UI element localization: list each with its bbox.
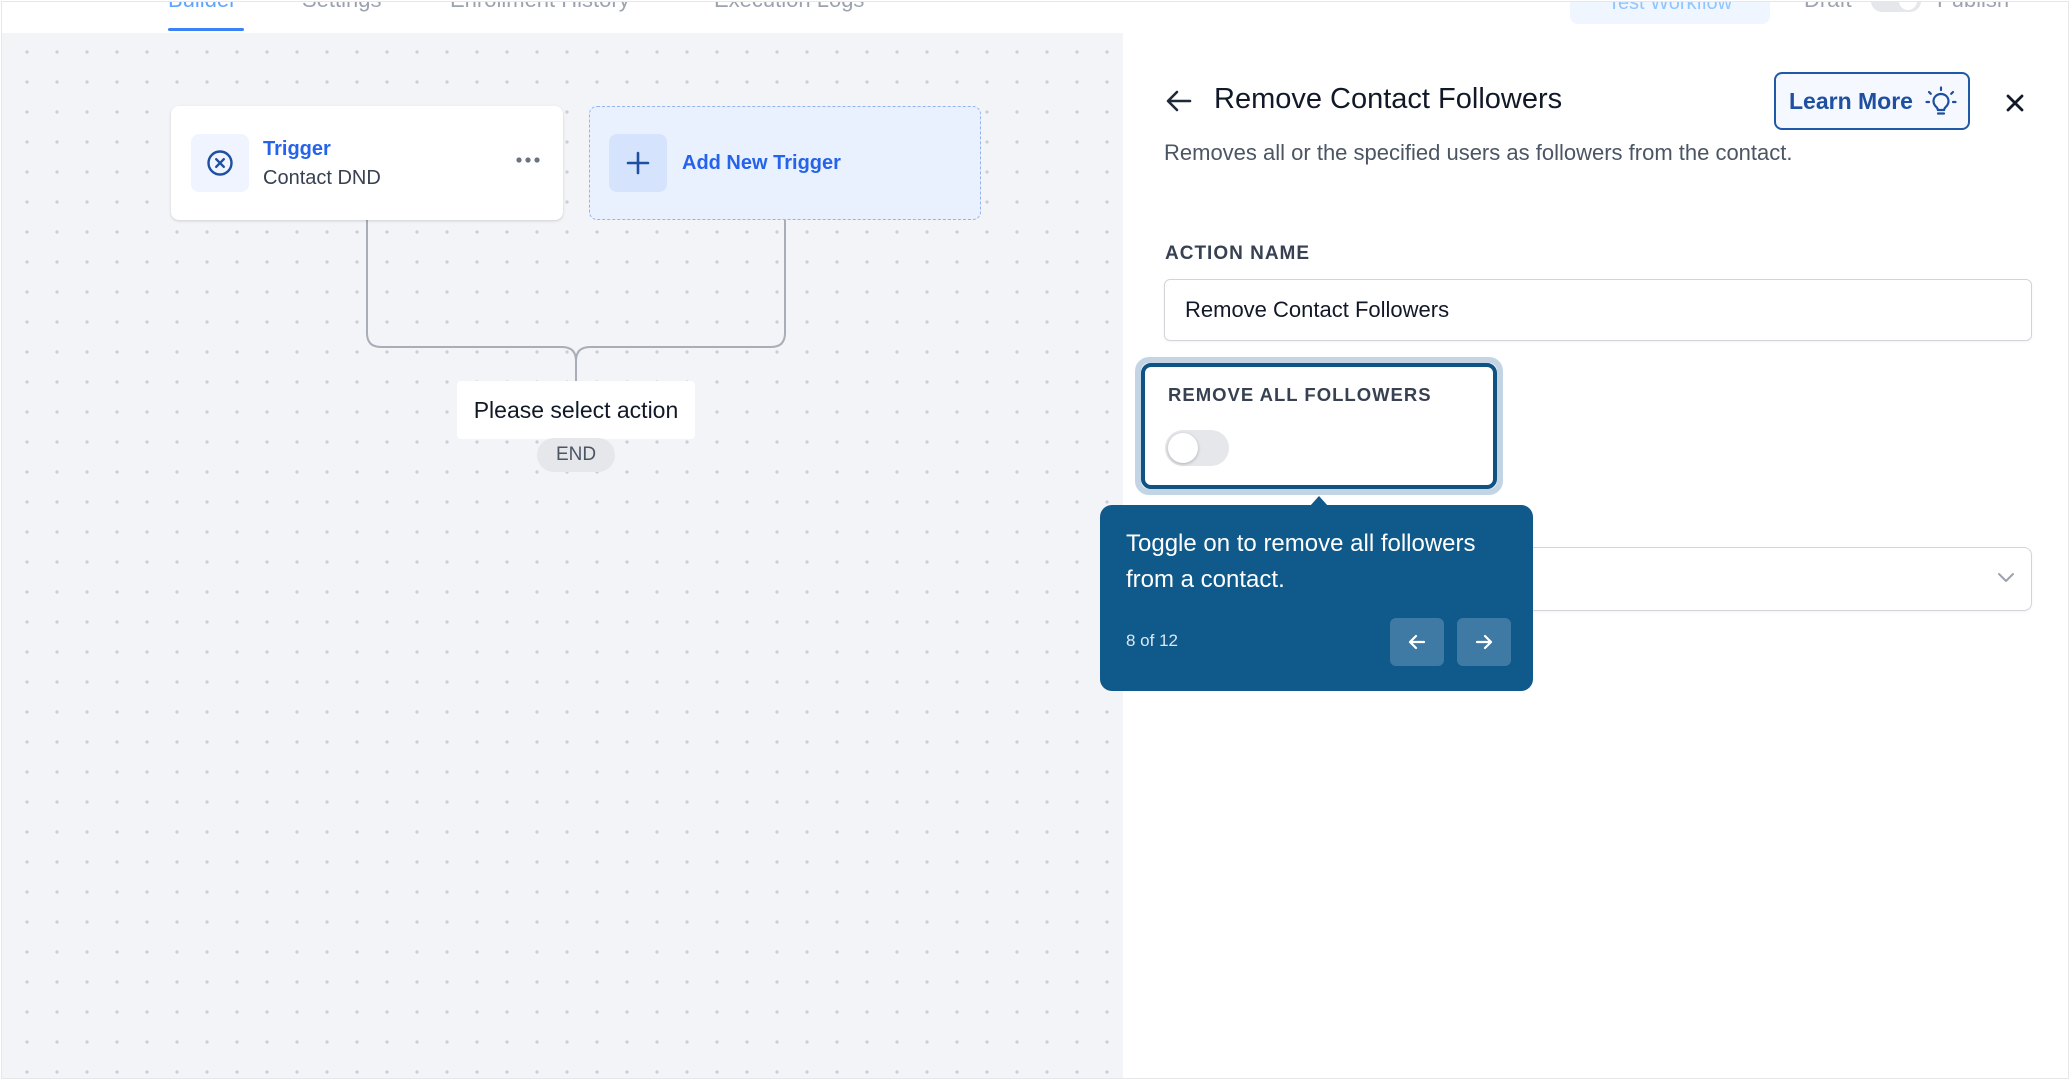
trigger-icon-box (191, 134, 249, 192)
trigger-subtitle: Contact DND (263, 167, 381, 189)
close-icon (2006, 94, 2024, 112)
learn-more-label: Learn More (1789, 87, 1913, 114)
tab-builder[interactable]: Builder (168, 2, 236, 13)
tab-execution-logs[interactable]: Execution Logs (714, 2, 864, 13)
add-new-trigger-card[interactable]: Add New Trigger (589, 106, 981, 220)
end-node: END (537, 438, 615, 472)
publish-toggle[interactable] (1871, 2, 1921, 12)
arrow-left-icon (1408, 634, 1426, 650)
draft-label: Draft (1804, 2, 1852, 13)
remove-all-followers-label: REMOVE ALL FOLLOWERS (1168, 384, 1432, 405)
remove-all-followers-toggle[interactable] (1165, 430, 1229, 466)
tour-tooltip: Toggle on to remove all followers from a… (1100, 505, 1533, 691)
arrow-left-icon (1166, 90, 1192, 112)
action-name-input[interactable] (1164, 279, 2032, 341)
more-horizontal-icon[interactable] (511, 148, 545, 172)
tour-progress: 8 of 12 (1126, 631, 1178, 650)
trigger-card[interactable]: Trigger Contact DND (171, 106, 563, 220)
users-select[interactable] (1523, 547, 2032, 611)
action-name-label: ACTION NAME (1165, 243, 1311, 264)
arrow-right-icon (1475, 634, 1493, 650)
toggle-knob (1168, 433, 1198, 463)
tab-settings[interactable]: Settings (302, 2, 382, 13)
close-circle-icon (207, 150, 233, 176)
lightbulb-icon (1925, 86, 1957, 115)
tour-tooltip-text: Toggle on to remove all followers from a… (1126, 530, 1476, 593)
publish-label: Publish (1937, 2, 2009, 13)
learn-more-button[interactable]: Learn More (1774, 72, 1970, 130)
workflow-canvas[interactable]: Trigger Contact DND Add New Trigger Plea… (2, 33, 1123, 1078)
app-window: Builder Settings Enrollment History Exec… (1, 1, 2069, 1079)
remove-all-followers-field: REMOVE ALL FOLLOWERS (1141, 363, 1497, 489)
trigger-title: Trigger (263, 138, 331, 160)
chevron-down-icon (1998, 573, 2014, 582)
active-tab-indicator (168, 28, 244, 31)
tab-enrollment-history[interactable]: Enrollment History (450, 2, 630, 13)
panel-description: Removes all or the specified users as fo… (1164, 140, 1793, 165)
tour-next-button[interactable] (1457, 618, 1511, 666)
test-workflow-button[interactable]: Test Workflow (1570, 2, 1770, 24)
close-button[interactable] (2001, 89, 2029, 117)
back-button[interactable] (1163, 85, 1195, 117)
panel-title: Remove Contact Followers (1214, 83, 1563, 115)
top-navigation: Builder Settings Enrollment History Exec… (2, 2, 2068, 34)
add-trigger-icon-box (609, 134, 667, 192)
select-action-node[interactable]: Please select action (457, 381, 695, 439)
toggle-knob (1899, 2, 1917, 10)
plus-icon (626, 151, 650, 175)
tour-previous-button[interactable] (1390, 618, 1444, 666)
add-new-trigger-label: Add New Trigger (682, 152, 841, 174)
